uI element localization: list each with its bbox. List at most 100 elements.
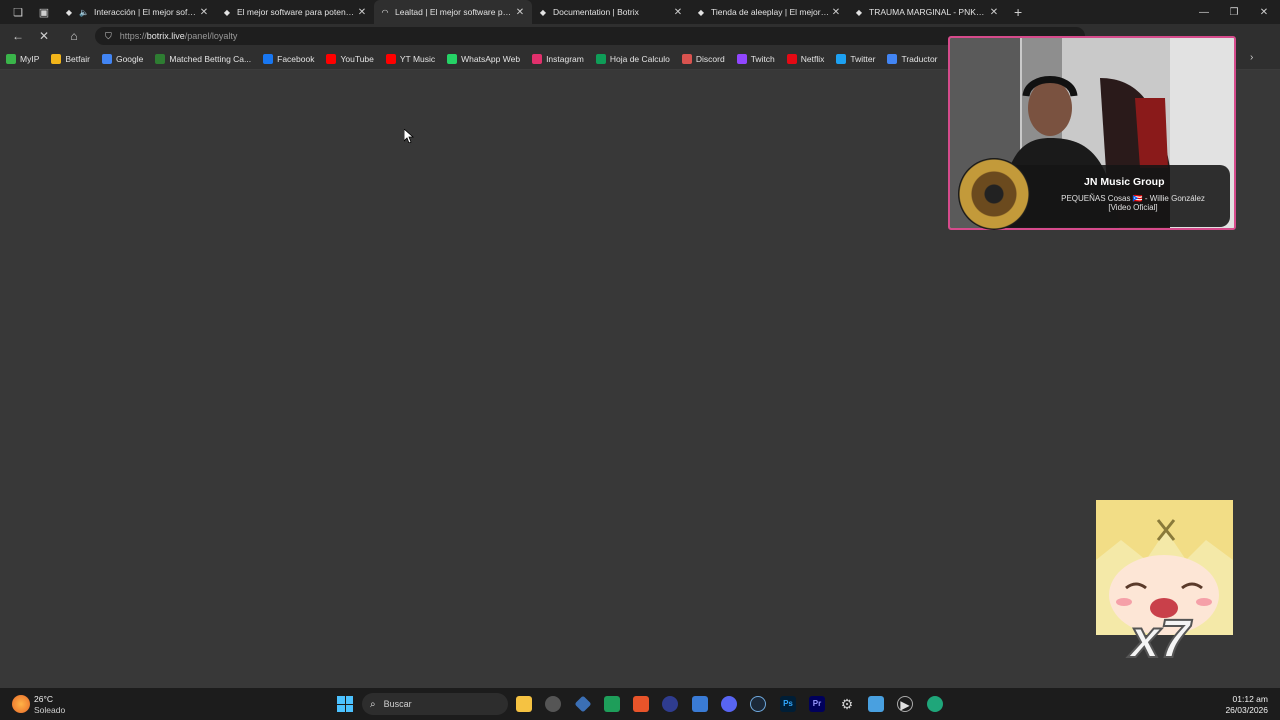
edge-icon[interactable] <box>927 696 943 712</box>
bookmark-item[interactable]: MyIP <box>6 53 40 64</box>
weather-temp[interactable]: 26°C <box>34 694 53 704</box>
steam-icon[interactable] <box>750 696 766 712</box>
bookmark-favicon-icon <box>836 53 847 64</box>
tab-bar: ❏ ▣ ◆ 🔈 Interacción | El mejor software ✕ ◆ E… <box>0 0 1280 24</box>
close-tab-icon[interactable]: ✕ <box>356 7 368 18</box>
new-tab-icon[interactable]: + <box>1014 4 1022 20</box>
media-player-icon[interactable] <box>662 696 678 712</box>
clock-time[interactable]: 01:12 am <box>1233 694 1268 704</box>
bookmark-item[interactable]: Betfair <box>51 53 90 64</box>
browser-tab[interactable]: ◆ Tienda de aleeplay | El mejor soft ✕ <box>690 0 848 24</box>
start-button[interactable] <box>337 696 353 712</box>
close-tab-icon[interactable]: ✕ <box>514 7 526 18</box>
back-icon[interactable]: ← <box>5 24 31 48</box>
bookmark-item[interactable]: Discord <box>681 53 725 64</box>
bookmark-favicon-icon <box>786 53 797 64</box>
site-info-icon[interactable]: ⛉ <box>105 31 112 42</box>
audio-playing-icon[interactable]: 🔈 <box>79 7 89 17</box>
bookmark-item[interactable]: Hoja de Calculo <box>595 53 670 64</box>
browser-tab[interactable]: ◠ Lealtad | El mejor software para p ✕ <box>374 0 532 24</box>
bookmark-label: Hoja de Calculo <box>609 53 670 64</box>
brave-icon[interactable] <box>633 696 649 712</box>
bookmark-item[interactable]: YouTube <box>326 53 374 64</box>
tab-actions-icon[interactable]: ▣ <box>36 4 52 20</box>
bookmark-item[interactable]: Instagram <box>532 53 584 64</box>
chrome-icon[interactable] <box>545 696 561 712</box>
browser-tab[interactable]: ◆ El mejor software para potenciar ✕ <box>216 0 374 24</box>
close-tab-icon[interactable]: ✕ <box>988 7 1000 18</box>
clock-date[interactable]: 26/03/2026 <box>1225 705 1268 715</box>
url-scheme: https:// <box>119 31 147 41</box>
bookmark-item[interactable]: Matched Betting Ca... <box>155 53 251 64</box>
browser-tab[interactable]: ◆ TRAUMA MARGINAL - PNKZ 🚨 ✕ <box>848 0 1006 24</box>
bookmark-item[interactable]: YT Music <box>385 53 436 64</box>
bookmark-item[interactable]: Google <box>101 53 144 64</box>
tab-title: TRAUMA MARGINAL - PNKZ 🚨 <box>869 6 988 17</box>
bookmark-favicon-icon <box>6 53 16 64</box>
stop-loading-icon[interactable]: ✕ <box>31 24 57 48</box>
now-playing-artist: JN Music Group <box>1084 176 1165 188</box>
bookmark-label: Twitter <box>850 53 876 64</box>
bookmark-label: MyIP <box>20 53 40 64</box>
bookmark-favicon-icon <box>532 53 543 64</box>
sticker-multiplier: x7 <box>1129 608 1191 670</box>
weather-condition[interactable]: Soleado <box>34 705 65 715</box>
home-icon[interactable]: ⌂ <box>61 24 87 48</box>
album-disc-icon <box>958 158 1030 230</box>
anime-sticker-overlay: x7 <box>1096 500 1233 670</box>
bookmark-label: Traductor <box>901 53 938 64</box>
taskbar-search[interactable]: ⌕ Buscar <box>362 693 508 715</box>
tab-favicon-icon: ◆ <box>855 7 863 17</box>
bookmark-label: Discord <box>695 53 725 64</box>
file-explorer-icon[interactable] <box>516 696 532 712</box>
play-icon[interactable]: ▶ <box>897 696 913 712</box>
browser-tab[interactable]: ◆ 🔈 Interacción | El mejor software ✕ <box>58 0 216 24</box>
weather-icon[interactable] <box>12 695 30 713</box>
notepad-icon[interactable] <box>868 696 884 712</box>
discord-icon[interactable] <box>721 696 737 712</box>
workspaces-icon[interactable]: ❏ <box>10 4 26 20</box>
bookmark-favicon-icon <box>101 53 112 64</box>
bookmark-item[interactable]: Twitch <box>736 53 775 64</box>
close-tab-icon[interactable]: ✕ <box>672 7 684 18</box>
bookmark-item[interactable]: Traductor <box>887 53 938 64</box>
bookmarks-overflow-icon[interactable]: › <box>1250 52 1253 63</box>
bookmark-favicon-icon <box>51 53 62 64</box>
bookmark-label: Google <box>115 53 144 64</box>
bookmark-favicon-icon <box>736 53 747 64</box>
app-diamond-icon[interactable] <box>574 695 592 713</box>
tab-title: Tienda de aleeplay | El mejor soft <box>711 7 830 17</box>
restore-icon[interactable]: ❐ <box>1218 0 1250 24</box>
browser-tab[interactable]: ◆ Documentation | Botrix ✕ <box>532 0 690 24</box>
close-tab-icon[interactable]: ✕ <box>198 7 210 18</box>
bookmark-favicon-icon <box>326 53 337 64</box>
bookmark-favicon-icon <box>595 53 606 64</box>
bookmark-label: WhatsApp Web <box>461 53 521 64</box>
tab-favicon-icon: ◆ <box>65 7 73 17</box>
calculator-icon[interactable] <box>692 696 708 712</box>
sheets-icon[interactable] <box>604 696 620 712</box>
taskbar-search-placeholder: Buscar <box>383 699 412 709</box>
bookmark-item[interactable]: WhatsApp Web <box>447 53 521 64</box>
bookmark-favicon-icon <box>385 53 396 64</box>
premiere-icon[interactable]: Pr <box>809 696 825 712</box>
minimize-icon[interactable]: — <box>1188 0 1220 24</box>
address-bar[interactable]: ⛉ https:// botrix.live /panel/loyalty <box>95 27 1085 45</box>
close-tab-icon[interactable]: ✕ <box>830 7 842 18</box>
bookmark-item[interactable]: Facebook <box>263 53 315 64</box>
bookmark-favicon-icon <box>887 53 898 64</box>
bookmark-label: Facebook <box>277 53 315 64</box>
photoshop-icon[interactable]: Ps <box>780 696 796 712</box>
bookmark-item[interactable]: Netflix <box>786 53 824 64</box>
bookmark-favicon-icon <box>263 53 274 64</box>
tab-title: Lealtad | El mejor software para p <box>395 7 514 17</box>
bookmark-item[interactable]: Twitter <box>836 53 876 64</box>
bookmark-label: YT Music <box>399 53 436 64</box>
search-icon: ⌕ <box>370 698 376 710</box>
now-playing-song: PEQUEÑAS Cosas 🇵🇷 - Willie González <box>1061 194 1205 203</box>
bookmark-label: Betfair <box>65 53 90 64</box>
tab-title: Documentation | Botrix <box>553 7 639 17</box>
taskbar: 26°C Soleado ⌕ Buscar Ps Pr ⚙ ▶ 01:12 am… <box>0 688 1280 720</box>
close-window-icon[interactable]: ✕ <box>1248 0 1280 24</box>
settings-icon[interactable]: ⚙ <box>839 696 855 712</box>
